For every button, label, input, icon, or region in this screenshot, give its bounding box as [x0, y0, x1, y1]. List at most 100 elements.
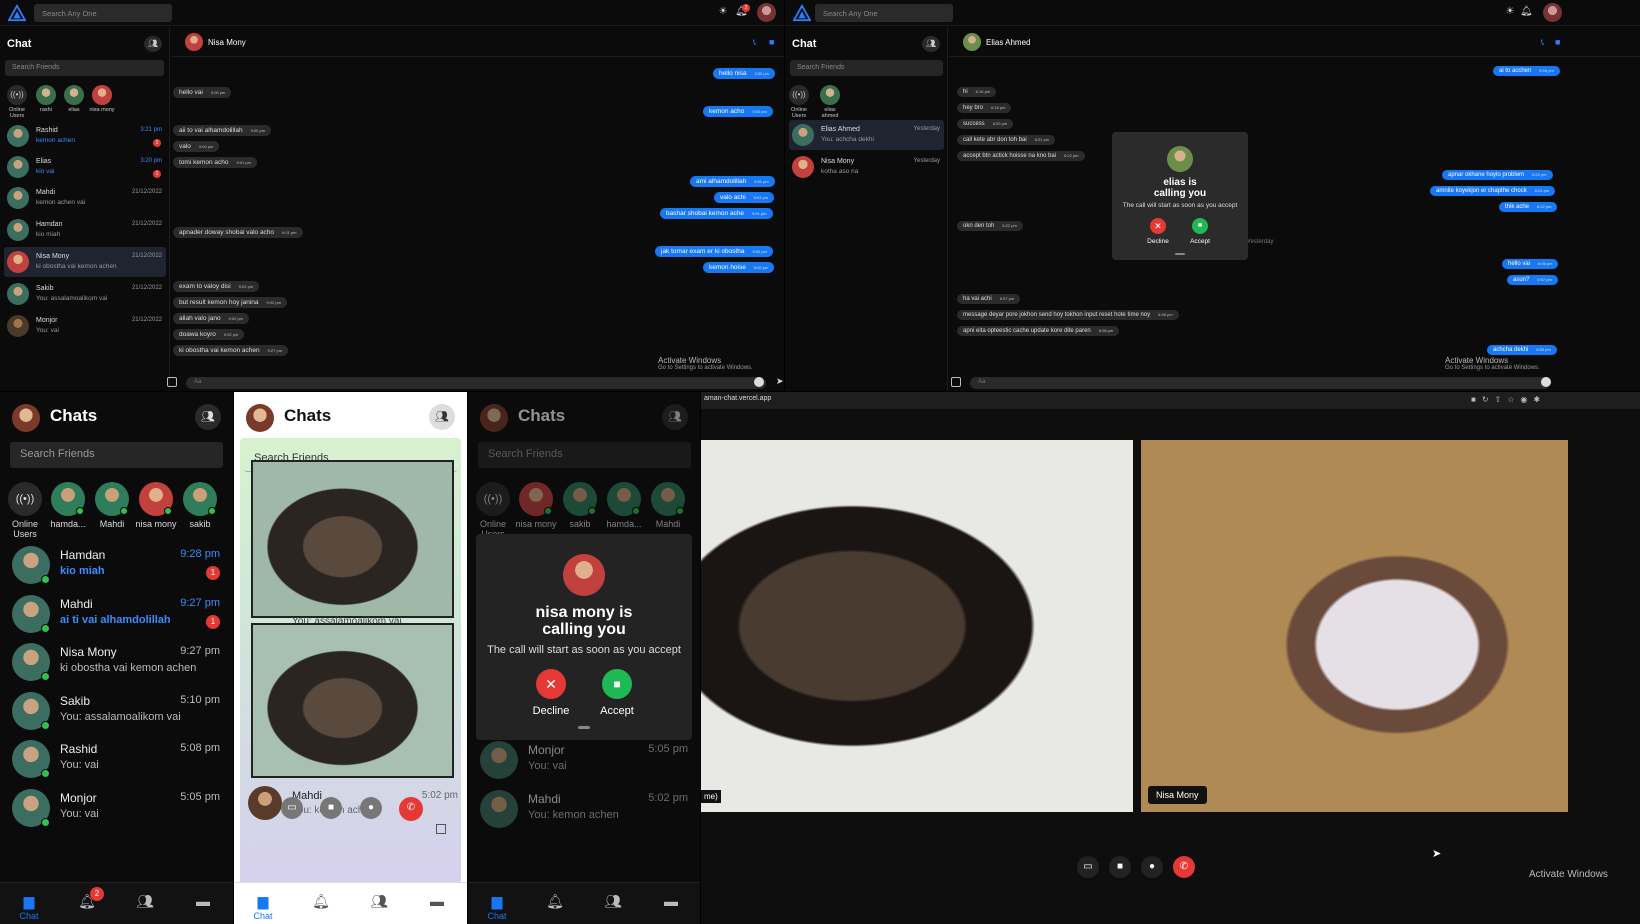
online-user-item[interactable]: nisa mony	[88, 85, 116, 113]
online-user-item[interactable]: rashi	[32, 85, 60, 113]
chat-list-item[interactable]: Sakib You: assalamoalikom vai 21/12/2022	[4, 279, 166, 309]
online-user-item[interactable]: sakib	[558, 482, 602, 529]
mic-toggle-button[interactable]: ●	[360, 797, 382, 819]
screen-share-button[interactable]: ▭	[281, 797, 303, 819]
chat-time: 21/12/2022	[131, 189, 162, 195]
url-text[interactable]: aman-chat.vercel.app	[704, 395, 771, 402]
online-user-item[interactable]: nisa mony	[514, 482, 558, 529]
user-avatar[interactable]	[246, 404, 274, 432]
nav-friends[interactable]: 👥︎	[130, 893, 160, 910]
attach-icon[interactable]	[951, 377, 961, 387]
chat-list-item[interactable]: Mahdi You: kemon achen 5:02 pm	[244, 784, 458, 830]
online-users-item[interactable]: ((•))Online Users	[471, 482, 515, 539]
nav-files[interactable]: ▬	[188, 893, 218, 909]
online-users-item[interactable]: ((•))Online Users	[785, 85, 813, 119]
end-call-button[interactable]: ✆	[1173, 856, 1195, 878]
phone-icon[interactable]: 📞︎	[753, 37, 756, 48]
fullscreen-icon[interactable]	[436, 824, 446, 834]
app-logo-icon[interactable]	[8, 4, 26, 22]
emoji-icon[interactable]	[754, 377, 764, 387]
video-call-icon[interactable]: ■	[1555, 37, 1560, 47]
app-logo-icon[interactable]	[793, 4, 811, 22]
user-avatar[interactable]	[1543, 3, 1562, 22]
chat-list-item[interactable]: Rashid kemon achen 3:21 pm 1	[4, 121, 166, 151]
mouse-cursor-icon: ➤	[1432, 848, 1442, 860]
online-user-item[interactable]: hamda...	[46, 482, 90, 529]
attach-icon[interactable]	[167, 377, 177, 387]
friends-search-input[interactable]: Search Friends	[790, 60, 943, 76]
chat-list-item[interactable]: Elias kio vai 3:20 pm 1	[4, 152, 166, 182]
chat-list-item[interactable]: Monjor You: vai 21/12/2022	[4, 311, 166, 341]
chat-list-item[interactable]: Sakib You: assalamoalikom vai 5:10 pm	[8, 688, 232, 734]
nav-friends[interactable]: 👥︎	[364, 893, 394, 910]
chat-list-item[interactable]: Nisa Mony ki obostha vai kemon achen 9:27 …	[8, 639, 232, 685]
chat-last-message: ai ti vai alhamdolillah	[60, 613, 171, 626]
send-icon[interactable]: ➤	[776, 376, 784, 387]
broadcast-icon: ((•))	[476, 482, 510, 516]
online-user-item[interactable]: hamda...	[602, 482, 646, 529]
incoming-call-modal: elias is calling you The call will start…	[1112, 132, 1248, 260]
theme-toggle-icon[interactable]: ☀	[1504, 6, 1516, 18]
chat-list-item-selected[interactable]: Elias Ahmed You: achcha dekhi Yesterday	[789, 120, 944, 150]
theme-toggle-icon[interactable]: ☀	[717, 6, 729, 18]
online-user-item[interactable]: sakib	[178, 482, 222, 529]
group-icon[interactable]: 👥︎	[195, 404, 221, 430]
browser-toolbar-icons[interactable]: ■↻⇧☆◉✱	[1471, 395, 1546, 404]
message-input[interactable]: Aa	[970, 377, 1550, 389]
online-user-item[interactable]: Mahdi	[646, 482, 690, 529]
nav-files[interactable]: ▬	[422, 893, 452, 909]
chat-list-item[interactable]: Monjor You: vai 5:05 pm	[8, 785, 232, 831]
chat-list-item[interactable]: Nisa Mony kotha aso na Yesterday	[789, 152, 944, 182]
group-icon[interactable]: 👥︎	[662, 404, 688, 430]
user-avatar[interactable]	[12, 404, 40, 432]
emoji-icon[interactable]	[1541, 377, 1551, 387]
group-icon[interactable]: 👥︎	[922, 36, 940, 52]
avatar	[7, 219, 29, 241]
friends-search-input[interactable]: Search Friends	[5, 60, 164, 76]
accept-call-button[interactable]: ■	[1192, 218, 1208, 234]
camera-toggle-button[interactable]: ■	[1109, 856, 1131, 878]
nav-notifications[interactable]: 🔔︎	[540, 893, 570, 910]
chat-list-item[interactable]: Mahdi ai ti vai alhamdolillah 9:27 pm 1	[8, 591, 232, 637]
online-users-item[interactable]: ((•))Online Users	[3, 85, 31, 119]
decline-call-button[interactable]: ✕	[1150, 218, 1166, 234]
top-search-input[interactable]: Search Any One	[815, 4, 953, 22]
screen-share-button[interactable]: ▭	[1077, 856, 1099, 878]
nav-notifications[interactable]: 🔔︎ 2	[72, 887, 104, 910]
nav-chat[interactable]: ▆ Chat	[482, 893, 512, 921]
accept-call-button[interactable]: ■	[602, 669, 632, 699]
online-user-item[interactable]: elias ahmed	[816, 85, 844, 119]
online-users-item[interactable]: ((•))Online Users	[3, 482, 47, 539]
chat-list-item[interactable]: Rashid You: vai 5:08 pm	[8, 736, 232, 782]
video-call-icon[interactable]: ■	[769, 37, 774, 47]
chat-list-item[interactable]: Monjor You: vai 5:05 pm	[476, 737, 700, 783]
mic-toggle-button[interactable]: ●	[1141, 856, 1163, 878]
user-avatar[interactable]	[480, 404, 508, 432]
friends-search-input[interactable]: Search Friends	[478, 442, 691, 468]
user-avatar[interactable]	[757, 3, 776, 22]
group-icon[interactable]: 👥︎	[429, 404, 455, 430]
friends-search-input[interactable]: Search Friends	[10, 442, 223, 468]
chat-list-item[interactable]: Mahdi You: kemon achen 5:02 pm	[476, 786, 700, 832]
online-user-item[interactable]: nisa mony	[134, 482, 178, 529]
nav-notifications[interactable]: 🔔︎	[306, 893, 336, 910]
notification-bell-icon[interactable]: 🔔︎	[1520, 6, 1533, 18]
camera-toggle-button[interactable]: ■	[320, 797, 342, 819]
sent-message: asun? 6:07 pm	[1507, 275, 1558, 285]
online-user-item[interactable]: elias	[60, 85, 88, 113]
group-icon[interactable]: 👥︎	[144, 36, 162, 52]
decline-call-button[interactable]: ✕	[536, 669, 566, 699]
nav-chat[interactable]: ▆ Chat	[14, 893, 44, 921]
chat-list-item[interactable]: Mahdi kemon achen vai 21/12/2022	[4, 183, 166, 213]
chat-list-item[interactable]: Hamdan kio miah 21/12/2022	[4, 215, 166, 245]
chat-list-item-selected[interactable]: Nisa Mony ki obostha vai kemon achen 21/12…	[4, 247, 166, 277]
message-input[interactable]: Aa	[186, 377, 766, 389]
chat-list-item[interactable]: Hamdan kio miah 9:28 pm 1	[8, 542, 232, 588]
nav-chat[interactable]: ▆ Chat	[248, 893, 278, 921]
top-search-input[interactable]: Search Any One	[34, 4, 172, 22]
phone-icon[interactable]: 📞︎	[1541, 37, 1544, 48]
end-call-button[interactable]: ✆	[399, 797, 423, 821]
online-user-item[interactable]: Mahdi	[90, 482, 134, 529]
nav-friends[interactable]: 👥︎	[598, 893, 628, 910]
nav-files[interactable]: ▬	[656, 893, 686, 909]
